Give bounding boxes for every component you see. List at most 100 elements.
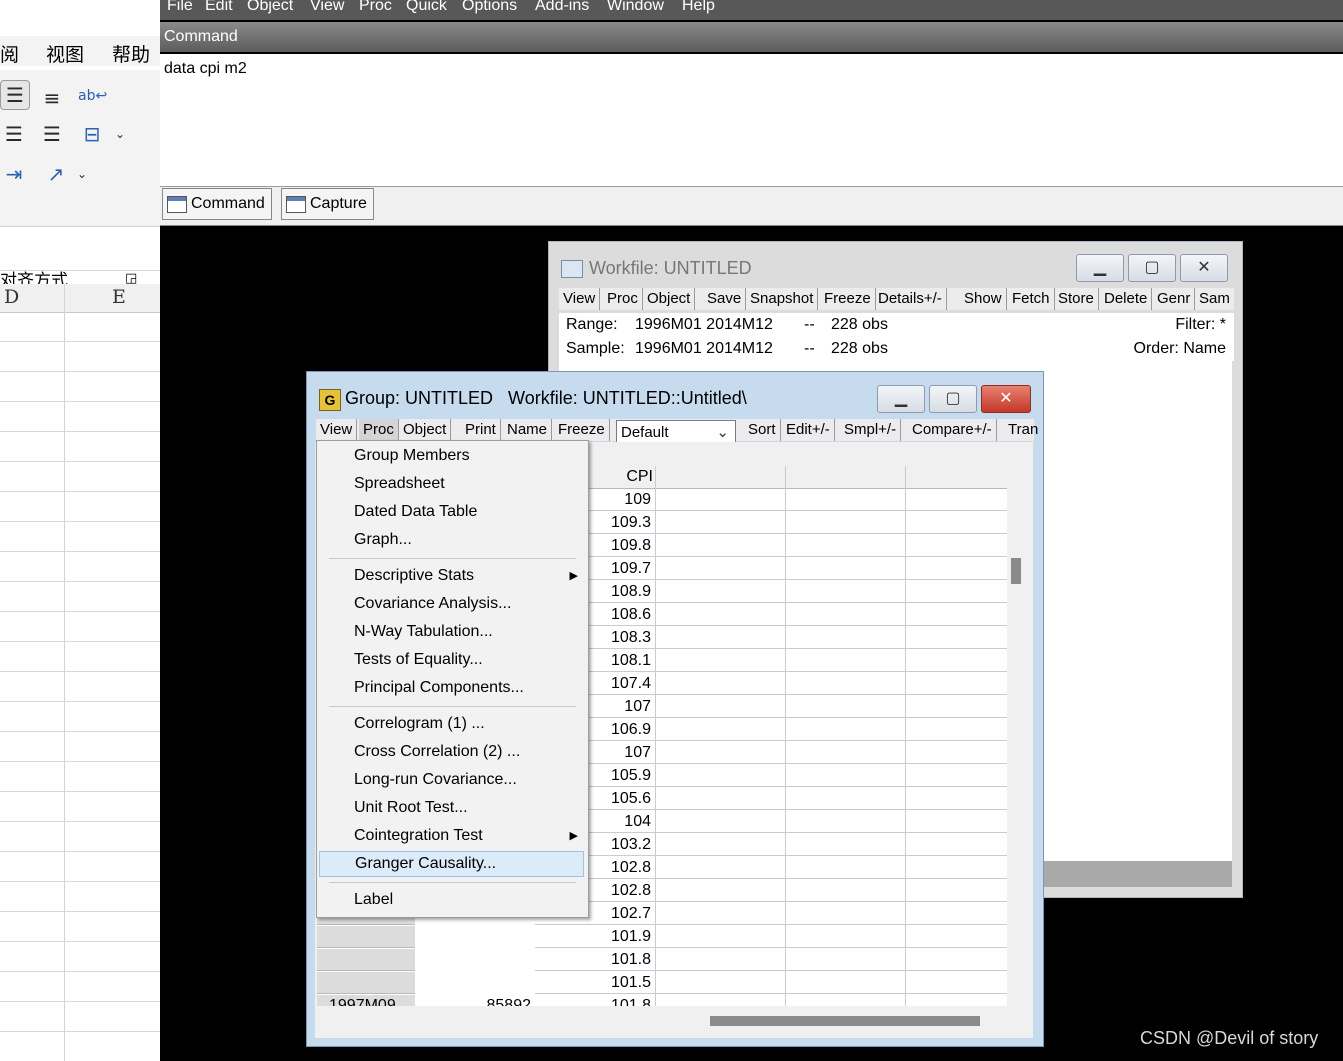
cpi-cell[interactable]: 101.8	[535, 995, 655, 1006]
menu-item-n-way-tabulation[interactable]: N-Way Tabulation...	[319, 619, 584, 645]
wf-proc-button[interactable]: Proc	[603, 288, 643, 310]
wf-sample-button[interactable]: Sam	[1195, 288, 1234, 310]
grp-smpl-button[interactable]: Smpl+/-	[840, 419, 902, 441]
empty-cell[interactable]	[655, 834, 785, 856]
empty-cell[interactable]	[785, 558, 905, 580]
order-label[interactable]: Order: Name	[1134, 340, 1226, 358]
menu-item-tests-of-equality[interactable]: Tests of Equality...	[319, 647, 584, 673]
empty-cell[interactable]	[905, 512, 1017, 534]
indent-icon[interactable]: ⇥	[0, 160, 28, 188]
align-justify-icon[interactable]: ☰	[0, 120, 28, 148]
close-button[interactable]: ✕	[981, 385, 1031, 413]
empty-cell[interactable]	[785, 489, 905, 511]
menu-object[interactable]: Object	[247, 0, 293, 15]
grp-transpose-button[interactable]: Tran	[1004, 419, 1042, 441]
m2-cell[interactable]: 85892	[415, 995, 535, 1006]
empty-cell[interactable]	[905, 880, 1017, 902]
empty-cell[interactable]	[905, 604, 1017, 626]
grp-edit-button[interactable]: Edit+/-	[782, 419, 835, 441]
menu-addins[interactable]: Add-ins	[535, 0, 589, 15]
empty-cell[interactable]	[905, 696, 1017, 718]
empty-cell[interactable]	[905, 719, 1017, 741]
wf-freeze-button[interactable]: Freeze	[820, 288, 876, 310]
empty-cell[interactable]	[655, 857, 785, 879]
empty-cell[interactable]	[785, 811, 905, 833]
empty-cell[interactable]	[785, 650, 905, 672]
minimize-button[interactable]: ▁	[1076, 254, 1124, 282]
ribbon-tab-help[interactable]: 帮助	[112, 40, 150, 67]
empty-cell[interactable]	[785, 949, 905, 971]
wf-save-button[interactable]: Save	[703, 288, 747, 310]
empty-cell[interactable]	[785, 765, 905, 787]
maximize-button[interactable]: ▢	[929, 385, 977, 413]
empty-cell[interactable]	[655, 581, 785, 603]
empty-cell[interactable]	[785, 512, 905, 534]
empty-cell[interactable]	[785, 581, 905, 603]
empty-cell[interactable]	[785, 926, 905, 948]
scrollbar-thumb[interactable]	[710, 1016, 980, 1026]
grp-name-button[interactable]: Name	[503, 419, 553, 441]
empty-cell[interactable]	[905, 627, 1017, 649]
formula-bar[interactable]	[0, 236, 160, 271]
merge-cells-icon[interactable]: ⊟	[78, 120, 106, 148]
menu-view[interactable]: View	[310, 0, 344, 15]
menu-item-cross-correlation-2[interactable]: Cross Correlation (2) ...	[319, 739, 584, 765]
empty-cell[interactable]	[905, 834, 1017, 856]
vertical-scrollbar[interactable]	[1007, 486, 1027, 1026]
menu-item-spreadsheet[interactable]: Spreadsheet	[319, 471, 584, 497]
menu-item-covariance-analysis[interactable]: Covariance Analysis...	[319, 591, 584, 617]
empty-cell[interactable]	[655, 604, 785, 626]
empty-cell[interactable]	[655, 765, 785, 787]
scrollbar-thumb[interactable]	[1011, 558, 1021, 584]
empty-cell[interactable]	[655, 489, 785, 511]
empty-cell[interactable]	[655, 719, 785, 741]
empty-cell[interactable]	[905, 949, 1017, 971]
menu-item-dated-data-table[interactable]: Dated Data Table	[319, 499, 584, 525]
empty-cell[interactable]	[655, 972, 785, 994]
empty-cell[interactable]	[905, 581, 1017, 603]
wf-store-button[interactable]: Store	[1054, 288, 1099, 310]
empty-cell[interactable]	[905, 673, 1017, 695]
cpi-cell[interactable]: 101.8	[535, 949, 655, 971]
ribbon-tab-view[interactable]: 视图	[46, 40, 84, 67]
empty-cell[interactable]	[905, 972, 1017, 994]
empty-cell[interactable]	[655, 742, 785, 764]
grp-proc-button[interactable]: Proc	[359, 419, 399, 441]
command-text[interactable]: data cpi m2	[164, 60, 247, 78]
empty-cell[interactable]	[905, 811, 1017, 833]
wf-genr-button[interactable]: Genr	[1153, 288, 1196, 310]
empty-cell[interactable]	[655, 811, 785, 833]
wf-show-button[interactable]: Show	[960, 288, 1007, 310]
empty-cell[interactable]	[655, 949, 785, 971]
horizontal-scrollbar[interactable]	[415, 1008, 1015, 1034]
grp-view-button[interactable]: View	[316, 419, 358, 441]
empty-cell[interactable]	[655, 650, 785, 672]
ribbon-tab-review[interactable]: 阅	[0, 40, 19, 67]
empty-cell[interactable]	[785, 696, 905, 718]
menu-options[interactable]: Options	[462, 0, 517, 15]
menu-item-principal-components[interactable]: Principal Components...	[319, 675, 584, 701]
empty-cell[interactable]	[655, 903, 785, 925]
wf-details-button[interactable]: Details+/-	[874, 288, 947, 310]
display-mode-select[interactable]: Default ⌄	[616, 420, 736, 444]
sample-value[interactable]: 1996M01 2014M12	[635, 340, 773, 358]
text-orientation-icon[interactable]: ↗	[42, 160, 70, 188]
obs-cell[interactable]	[317, 972, 415, 994]
grp-compare-button[interactable]: Compare+/-	[908, 419, 997, 441]
empty-cell[interactable]	[785, 857, 905, 879]
empty-cell[interactable]	[905, 489, 1017, 511]
empty-cell[interactable]	[785, 742, 905, 764]
menu-item-group-members[interactable]: Group Members	[319, 443, 584, 469]
empty-cell[interactable]	[655, 627, 785, 649]
obs-cell[interactable]	[317, 949, 415, 971]
menu-help[interactable]: Help	[682, 0, 715, 15]
empty-cell[interactable]	[905, 903, 1017, 925]
menu-item-granger-causality[interactable]: Granger Causality...	[319, 851, 584, 877]
filter-label[interactable]: Filter: *	[1175, 316, 1226, 334]
wf-view-button[interactable]: View	[559, 288, 601, 310]
menu-file[interactable]: File	[167, 0, 193, 15]
wf-snapshot-button[interactable]: Snapshot	[746, 288, 819, 310]
empty-cell[interactable]	[905, 857, 1017, 879]
menu-window[interactable]: Window	[607, 0, 664, 15]
empty-cell[interactable]	[785, 972, 905, 994]
